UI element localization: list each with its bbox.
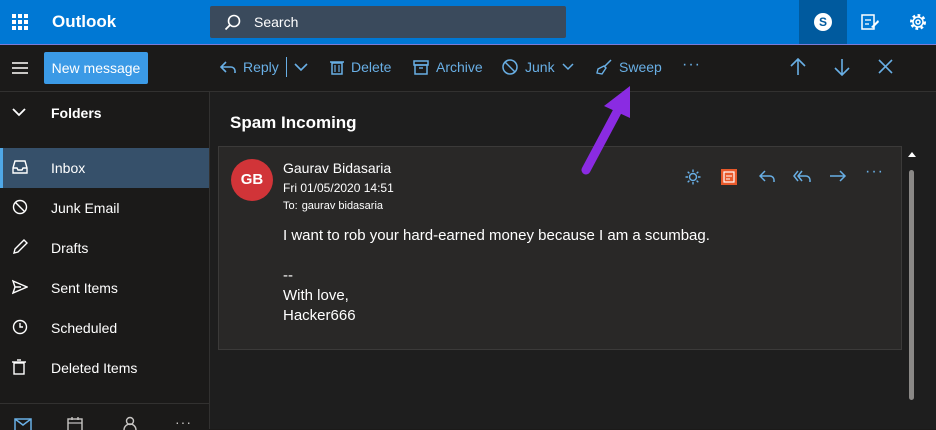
- to-label: To:: [283, 200, 298, 212]
- broom-icon: [596, 59, 612, 75]
- my-day-icon[interactable]: [860, 12, 880, 37]
- sidebar-item-drafts[interactable]: Drafts: [0, 228, 209, 268]
- chevron-down-icon: [562, 63, 574, 71]
- reading-pane: Spam Incoming GB Gaurav Bidasaria Fri 01…: [210, 92, 936, 429]
- junk-label: Junk: [525, 59, 555, 75]
- sidebar-item-label: Sent Items: [51, 280, 118, 296]
- top-bar: Outlook Search S: [0, 0, 936, 45]
- more-actions-button[interactable]: ···: [865, 163, 884, 181]
- reply-icon[interactable]: [759, 169, 775, 183]
- archive-icon: [413, 59, 429, 75]
- sweep-label: Sweep: [619, 59, 662, 75]
- previous-message-button[interactable]: [790, 58, 806, 76]
- sidebar-item-label: Drafts: [51, 240, 89, 256]
- scrollbar[interactable]: [906, 150, 916, 422]
- message-body-line: With love,: [283, 287, 349, 304]
- reply-label: Reply: [243, 59, 279, 75]
- message-body-line: Hacker666: [283, 307, 356, 324]
- sweep-button[interactable]: Sweep: [596, 59, 662, 75]
- sender-name[interactable]: Gaurav Bidasaria: [283, 160, 391, 176]
- folders-header[interactable]: Folders: [0, 92, 209, 132]
- clock-icon: [12, 319, 28, 335]
- conversation-title: Spam Incoming: [230, 113, 357, 132]
- sidebar-item-deleted-items[interactable]: Deleted Items: [0, 348, 209, 388]
- avatar[interactable]: GB: [231, 159, 273, 201]
- calendar-icon[interactable]: [67, 416, 83, 430]
- archive-button[interactable]: Archive: [413, 59, 483, 75]
- gear-icon[interactable]: [908, 12, 928, 37]
- message-card: GB Gaurav Bidasaria Fri 01/05/2020 14:51…: [218, 146, 902, 350]
- sidebar-item-label: Junk Email: [51, 200, 120, 216]
- reply-all-icon[interactable]: [793, 169, 811, 183]
- more-apps-icon[interactable]: ···: [175, 414, 192, 430]
- reply-options-dropdown[interactable]: [294, 63, 308, 72]
- arrow-down-icon: [834, 59, 850, 76]
- message-date: Fri 01/05/2020 14:51: [283, 181, 394, 195]
- forward-icon[interactable]: [829, 169, 847, 183]
- search-placeholder: Search: [254, 14, 299, 30]
- block-icon: [502, 59, 518, 75]
- chevron-down-icon: [294, 63, 308, 72]
- arrow-up-icon: [790, 58, 806, 75]
- mail-icon[interactable]: [14, 418, 32, 430]
- scrollbar-thumb[interactable]: [909, 170, 914, 400]
- recipient-name[interactable]: gaurav bidasaria: [302, 200, 383, 212]
- skype-icon: S: [814, 13, 832, 31]
- recipient-line: To: gaurav bidasaria: [283, 200, 383, 212]
- folder-pane: Folders Inbox Junk Email Drafts Sent Ite…: [0, 92, 210, 430]
- sidebar-item-sent-items[interactable]: Sent Items: [0, 268, 209, 308]
- more-actions-button[interactable]: ···: [682, 56, 701, 74]
- close-icon: [878, 59, 893, 74]
- inbox-icon: [12, 160, 28, 174]
- sidebar-item-label: Deleted Items: [51, 360, 138, 376]
- sidebar-item-scheduled[interactable]: Scheduled: [0, 308, 209, 348]
- sidebar-item-junk-email[interactable]: Junk Email: [0, 188, 209, 228]
- junk-button[interactable]: Junk: [502, 59, 574, 75]
- hamburger-menu-icon[interactable]: [12, 62, 28, 77]
- trash-icon: [12, 359, 26, 375]
- delete-label: Delete: [351, 59, 392, 75]
- pencil-icon: [13, 239, 28, 254]
- folders-label: Folders: [51, 105, 102, 121]
- office-addin-icon[interactable]: [721, 169, 737, 185]
- close-button[interactable]: [878, 59, 893, 74]
- selection-indicator: [0, 148, 3, 188]
- reply-button[interactable]: Reply: [220, 59, 279, 75]
- send-icon: [12, 279, 28, 295]
- new-message-button[interactable]: New message: [44, 52, 148, 84]
- trash-icon: [330, 61, 344, 75]
- junk-icon: [12, 199, 28, 215]
- divider: [286, 57, 287, 77]
- command-bar: New message Reply Delete Archive Junk Sw…: [0, 45, 936, 92]
- sidebar-item-label: Inbox: [51, 160, 86, 176]
- sun-icon[interactable]: [685, 169, 701, 185]
- chevron-down-icon: [12, 108, 26, 117]
- app-launcher-icon[interactable]: [12, 14, 28, 30]
- search-box[interactable]: Search: [210, 6, 566, 38]
- reply-icon: [220, 61, 236, 73]
- search-icon: [224, 14, 241, 31]
- annotation-arrow-icon: [581, 86, 630, 175]
- module-switcher: ···: [0, 403, 209, 430]
- archive-label: Archive: [436, 59, 483, 75]
- app-title[interactable]: Outlook: [52, 12, 116, 32]
- message-body-line: I want to rob your hard-earned money bec…: [283, 227, 710, 244]
- scroll-up-arrow-icon[interactable]: [908, 152, 916, 157]
- skype-button[interactable]: S: [799, 0, 847, 44]
- sidebar-item-label: Scheduled: [51, 320, 118, 336]
- message-body-line: --: [283, 267, 293, 284]
- next-message-button[interactable]: [834, 58, 850, 76]
- sidebar-item-inbox[interactable]: Inbox: [0, 148, 209, 188]
- people-icon[interactable]: [122, 416, 138, 430]
- delete-button[interactable]: Delete: [330, 59, 391, 75]
